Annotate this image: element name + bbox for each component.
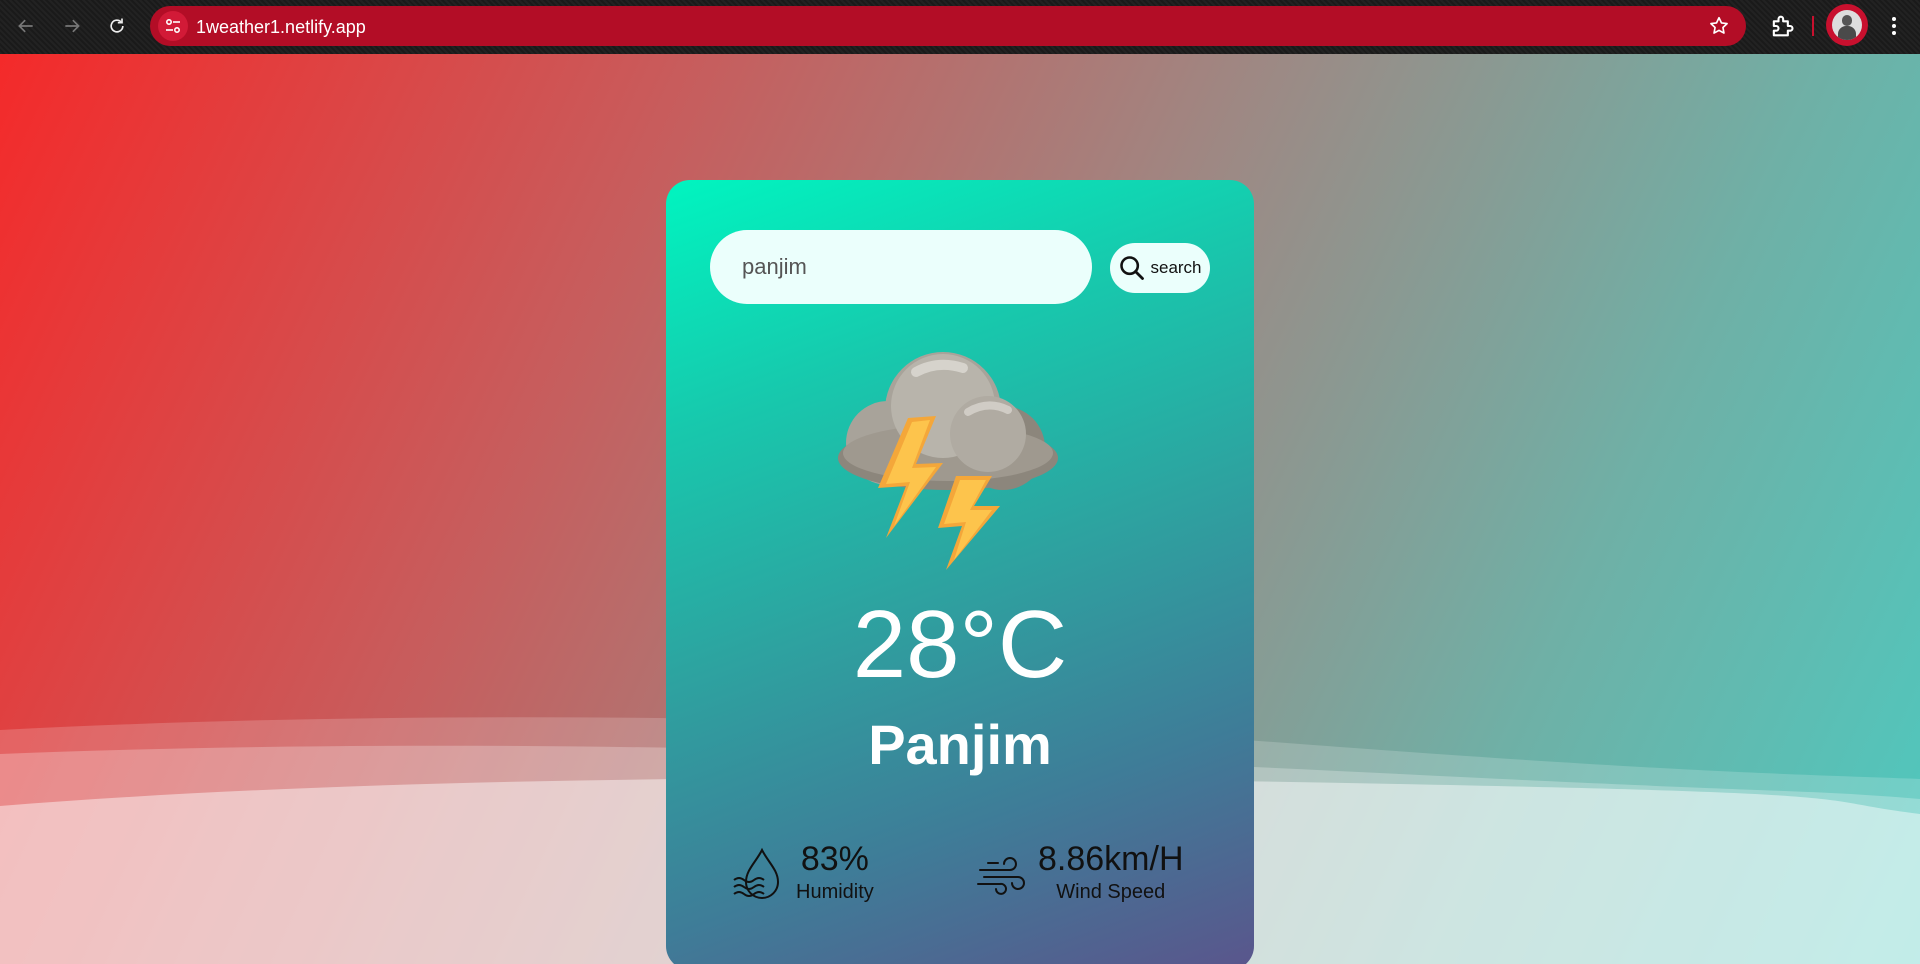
forward-button[interactable] xyxy=(56,10,88,42)
address-bar[interactable]: 1weather1.netlify.app xyxy=(150,6,1746,46)
back-button[interactable] xyxy=(10,10,42,42)
search-button-label: search xyxy=(1150,258,1202,277)
arrow-left-icon xyxy=(18,19,33,33)
wind-icon xyxy=(977,857,1025,895)
temperature: 28°C xyxy=(852,591,1068,698)
more-options-icon[interactable] xyxy=(1882,12,1906,40)
search-input[interactable] xyxy=(710,230,1092,304)
extensions-icon[interactable] xyxy=(1768,12,1796,40)
browser-toolbar: 1weather1.netlify.app xyxy=(0,0,1920,54)
profile-button[interactable] xyxy=(1826,4,1868,46)
bookmark-star-icon[interactable] xyxy=(1708,15,1730,37)
wind-value: 8.86km/H xyxy=(1038,840,1184,878)
tune-icon xyxy=(165,18,181,34)
weather-card: search 28°C Panjim xyxy=(666,180,1254,964)
humidity-panel: 83% Humidity xyxy=(732,840,874,904)
url-text[interactable]: 1weather1.netlify.app xyxy=(196,17,366,38)
city-name: Panjim xyxy=(868,713,1052,776)
reload-button[interactable] xyxy=(101,10,133,42)
humidity-value: 83% xyxy=(800,840,869,878)
page-background: search 28°C Panjim xyxy=(0,54,1920,964)
humidity-icon xyxy=(733,847,780,899)
site-info-button[interactable] xyxy=(158,11,188,41)
search-button[interactable]: search xyxy=(1110,243,1210,293)
avatar xyxy=(1832,10,1862,40)
wind-label: Wind Speed xyxy=(1056,881,1166,903)
thunderstorm-icon xyxy=(838,352,1058,570)
reload-icon xyxy=(110,18,124,33)
arrow-right-icon xyxy=(65,19,80,33)
wind-panel: 8.86km/H Wind Speed xyxy=(974,840,1184,904)
toolbar-divider xyxy=(1812,16,1814,36)
search-icon xyxy=(1120,256,1145,280)
humidity-label: Humidity xyxy=(796,881,874,903)
